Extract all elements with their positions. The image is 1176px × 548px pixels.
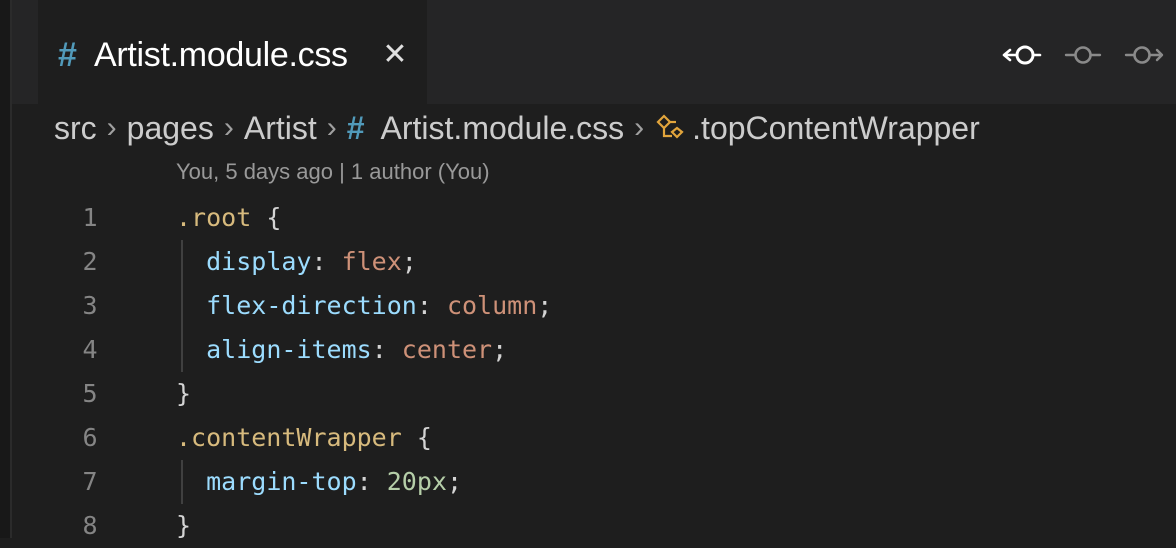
colon: : [311,247,342,276]
tab-bar: # Artist.module.css ✕ [12,0,1176,104]
code-line: 8 } [0,504,1176,548]
semicolon: ; [401,247,417,276]
breadcrumb-item-symbol[interactable]: .topContentWrapper [692,104,980,152]
css-property: margin-top [206,467,357,496]
line-number: 8 [82,511,98,540]
editor-actions [996,40,1176,70]
line-number: 1 [82,203,98,232]
line-number: 7 [82,467,98,496]
close-brace: } [176,379,192,408]
open-brace: { [401,423,432,452]
line-number: 3 [82,291,98,320]
line-number: 2 [82,247,98,276]
breadcrumb-separator: › [326,111,337,144]
semicolon: ; [446,467,463,496]
colon: : [356,467,387,496]
line-number: 4 [82,335,98,364]
css-selector: .root [176,203,252,232]
colon: : [371,335,402,364]
css-value: center [401,335,493,364]
tab-artist-module-css[interactable]: # Artist.module.css ✕ [38,0,427,104]
tab-label[interactable]: Artist.module.css [94,35,348,75]
breadcrumb-separator: › [634,111,645,144]
css-value: flex [341,247,402,276]
code-line: 7 margin-top: 20px; [0,460,1176,504]
symbol-class-icon [654,104,686,161]
line-number: 6 [82,423,98,452]
breadcrumb-separator: › [223,111,234,144]
breadcrumb-item-artist[interactable]: Artist [244,104,317,152]
semicolon: ; [492,335,508,364]
css-selector: .contentWrapper [176,423,402,452]
breadcrumb-separator: › [106,111,117,144]
css-file-icon: # [58,36,77,74]
close-brace: } [176,511,192,540]
css-property: flex-direction [206,291,417,320]
css-file-icon: # [346,110,365,146]
codelens-blame[interactable]: You, 5 days ago | 1 author (You) [176,158,490,186]
line-number: 5 [82,379,98,408]
css-value: column [446,291,538,320]
code-line: 4 align-items: center; [0,328,1176,372]
css-property: display [206,247,312,276]
colon: : [416,291,447,320]
breadcrumb-item-file[interactable]: Artist.module.css [381,104,625,152]
code-line: 5 } [0,372,1176,416]
close-icon[interactable]: ✕ [380,35,410,75]
code-line: 1 .root { [0,196,1176,240]
go-forward-icon[interactable] [1124,40,1166,70]
breadcrumb-item-src[interactable]: src [54,104,97,152]
go-back-icon[interactable] [1002,40,1044,70]
css-number: 20px [386,467,447,496]
css-property: align-items [206,335,372,364]
breadcrumb-item-pages[interactable]: pages [127,104,214,152]
open-brace: { [251,203,282,232]
semicolon: ; [537,291,553,320]
code-line: 2 display: flex; [0,240,1176,284]
go-step-icon[interactable] [1062,40,1104,70]
code-line: 3 flex-direction: column; [0,284,1176,328]
code-line: 6 .contentWrapper { [0,416,1176,460]
breadcrumb: src › pages › Artist › # Artist.module.css › .top… [54,104,1176,152]
